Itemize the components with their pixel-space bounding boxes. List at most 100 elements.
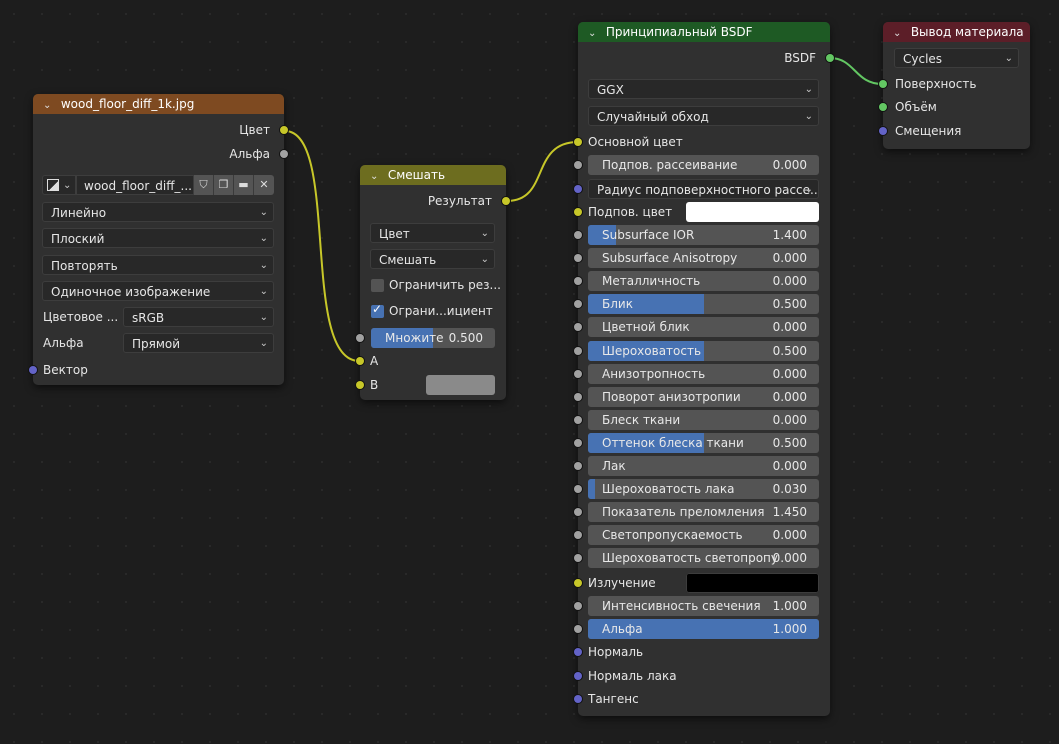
emission-color-swatch[interactable] [686,573,819,593]
chevron-down-icon: ⌄ [63,180,72,191]
input-slider-socket[interactable] [574,439,582,447]
factor-label: Множите [385,331,444,345]
subsurface-radius-dropdown[interactable]: Радиус подповерхностного рассе... ⌄ [588,179,819,199]
input-normal-socket[interactable] [574,648,582,656]
output-node-header[interactable]: ⌄ Вывод материала [883,22,1030,42]
source-dropdown[interactable]: Одиночное изображение ⌄ [42,281,274,301]
link-bsdf-to-surface[interactable] [829,57,883,85]
bsdf-slider[interactable]: Светопропускаемость 0.000 [588,525,819,545]
image-browse-button[interactable]: ⌄ [42,175,76,195]
bsdf-slider[interactable]: Металличность 0.000 [588,271,819,291]
input-slider-socket[interactable] [574,508,582,516]
input-slider-socket[interactable] [574,300,582,308]
subsurface-color-swatch[interactable] [686,202,819,222]
fake-user-shield-icon[interactable]: ⛉ [194,175,214,195]
slider-value: 0.500 [772,436,807,450]
material-output-node[interactable]: ⌄ Вывод материала Cycles ⌄ Поверхность Об… [879,22,1030,149]
input-slider-socket[interactable] [574,416,582,424]
input-factor-socket[interactable] [356,334,364,342]
input-slider-socket[interactable] [574,393,582,401]
bsdf-slider[interactable]: Цветной блик 0.000 [588,317,819,337]
input-slider-socket[interactable] [574,462,582,470]
bsdf-slider[interactable]: Шероховатость лака 0.030 [588,479,819,499]
input-slider-socket[interactable] [574,531,582,539]
collapse-chevron-icon[interactable]: ⌄ [588,24,602,42]
projection-dropdown[interactable]: Плоский ⌄ [42,228,274,248]
duplicate-image-icon[interactable]: ❐ [214,175,234,195]
input-slider-socket[interactable] [574,254,582,262]
input-displacement-socket[interactable] [879,127,887,135]
input-tangent-socket[interactable] [574,695,582,703]
input-subsurface-color-socket[interactable] [574,208,582,216]
mix-node-header[interactable]: ⌄ Смешать [360,165,506,185]
output-result-socket[interactable] [502,197,510,205]
collapse-chevron-icon[interactable]: ⌄ [893,24,907,42]
input-vector-socket[interactable] [29,366,37,374]
input-surface-socket[interactable] [879,80,887,88]
input-clearcoat-normal-socket[interactable] [574,672,582,680]
input-base-color-socket[interactable] [574,138,582,146]
collapse-chevron-icon[interactable]: ⌄ [43,96,57,114]
input-slider-socket[interactable] [574,347,582,355]
bsdf-slider[interactable]: Показатель преломления 1.450 [588,502,819,522]
output-alpha-socket[interactable] [280,150,288,158]
link-mix-result-to-base-color[interactable] [506,141,579,202]
input-b-socket[interactable] [356,381,364,389]
bsdf-node-header[interactable]: ⌄ Принципиальный BSDF [578,22,830,42]
input-b-color-swatch[interactable] [426,375,495,395]
open-folder-icon[interactable]: ▬ [234,175,254,195]
principled-bsdf-node[interactable]: ⌄ Принципиальный BSDF BSDF GGX ⌄ Случайны… [574,22,834,716]
image-node-header[interactable]: ⌄ wood_floor_diff_1k.jpg [33,94,284,114]
data-type-dropdown[interactable]: Цвет ⌄ [370,223,495,243]
bsdf-slider[interactable]: Шероховатость 0.500 [588,341,819,361]
clamp-factor-checkbox[interactable]: ✓ [371,302,384,318]
alpha-mode-dropdown[interactable]: Прямой ⌄ [123,333,274,353]
bsdf-slider[interactable]: Лак 0.000 [588,456,819,476]
input-subsurface-radius-socket[interactable] [574,185,582,193]
render-target-dropdown[interactable]: Cycles ⌄ [894,48,1019,68]
mix-node[interactable]: ⌄ Смешать Результат Цвет ⌄ Смешать ⌄ Огран… [356,165,510,400]
bsdf-slider[interactable]: Блик 0.500 [588,294,819,314]
slider-value: 0.000 [772,251,807,265]
input-slider-socket[interactable] [574,370,582,378]
subsurface-method-dropdown[interactable]: Случайный обход ⌄ [588,106,819,126]
image-selector[interactable]: ⌄ wood_floor_diff_... ⛉ ❐ ▬ ✕ [42,175,274,195]
input-a-socket[interactable] [356,357,364,365]
color-space-dropdown[interactable]: sRGB ⌄ [123,307,274,327]
link-image-color-to-mix-a[interactable] [284,130,360,362]
input-emission-socket[interactable] [574,579,582,587]
emission-strength-slider[interactable]: Интенсивность свечения 1.000 [588,596,819,616]
input-emission-strength-socket[interactable] [574,602,582,610]
slider-label: Металличность [602,274,701,288]
clamp-result-checkbox[interactable] [371,279,384,292]
output-bsdf-socket[interactable] [826,54,834,62]
image-name-field[interactable]: wood_floor_diff_... [76,175,194,195]
input-slider-socket[interactable] [574,231,582,239]
blend-mode-dropdown[interactable]: Смешать ⌄ [370,249,495,269]
distribution-dropdown[interactable]: GGX ⌄ [588,79,819,99]
bsdf-slider[interactable]: Оттенок блеска ткани 0.500 [588,433,819,453]
image-texture-node[interactable]: ⌄ wood_floor_diff_1k.jpg Цвет Альфа ⌄ wo… [29,94,288,385]
input-subsurface-socket[interactable] [574,161,582,169]
input-slider-socket[interactable] [574,323,582,331]
subsurface-scattering-slider[interactable]: Подпов. рассеивание 0.000 [588,155,819,175]
factor-slider[interactable]: Множите 0.500 [371,328,495,348]
bsdf-slider[interactable]: Поворот анизотропии 0.000 [588,387,819,407]
input-slider-socket[interactable] [574,554,582,562]
bsdf-slider[interactable]: Блеск ткани 0.000 [588,410,819,430]
bsdf-slider[interactable]: Шероховатость светопропу 0.000 [588,548,819,568]
input-alpha-socket[interactable] [574,625,582,633]
input-slider-socket[interactable] [574,277,582,285]
alpha-slider[interactable]: Альфа 1.000 [588,619,819,639]
output-color-socket[interactable] [280,126,288,134]
collapse-chevron-icon[interactable]: ⌄ [370,167,384,185]
interpolation-dropdown[interactable]: Линейно ⌄ [42,202,274,222]
unlink-close-icon[interactable]: ✕ [254,175,274,195]
input-volume-socket[interactable] [879,103,887,111]
bsdf-slider[interactable]: Subsurface Anisotropy 0.000 [588,248,819,268]
extension-dropdown[interactable]: Повторять ⌄ [42,255,274,275]
bsdf-slider[interactable]: Анизотропность 0.000 [588,364,819,384]
input-slider-socket[interactable] [574,485,582,493]
displacement-label: Смещения [895,124,962,138]
bsdf-slider[interactable]: Subsurface IOR 1.400 [588,225,819,245]
